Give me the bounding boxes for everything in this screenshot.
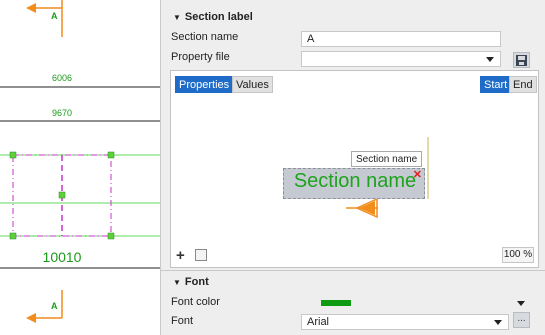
properties-panel: ▼ Section label Section name A Property f… — [160, 0, 545, 335]
grip-handle[interactable] — [107, 232, 115, 240]
divider — [161, 270, 545, 271]
add-icon[interactable]: + — [176, 248, 185, 263]
grip-handle[interactable] — [9, 232, 17, 240]
property-file-dropdown[interactable] — [301, 51, 501, 67]
font-section-title: Font — [184, 276, 209, 288]
property-file-label: Property file — [171, 51, 230, 63]
grip-handle[interactable] — [107, 151, 115, 159]
color-swatch — [321, 300, 351, 306]
section-label-preview-box[interactable]: Section name ✕ — [283, 168, 425, 199]
drawing-svg — [0, 0, 160, 323]
dimension-text: 10010 — [42, 249, 82, 265]
font-label: Font — [171, 315, 194, 327]
section-label-header[interactable]: ▼ Section label — [173, 11, 253, 23]
top-section-marker-label: A — [51, 11, 58, 21]
tooltip: Section name — [351, 151, 423, 167]
font-color-dropdown[interactable] — [301, 296, 531, 312]
zoom-level[interactable]: 100 % — [502, 247, 534, 263]
section-name-value: A — [307, 33, 315, 45]
square-icon[interactable] — [195, 249, 207, 261]
font-value: Arial — [307, 316, 330, 328]
chevron-down-icon — [486, 57, 494, 62]
dimension-text: 6006 — [51, 73, 73, 83]
collapse-triangle-icon: ▼ — [173, 278, 181, 287]
bottom-marker-arrowhead — [26, 313, 36, 323]
font-color-label: Font color — [171, 296, 220, 308]
close-icon[interactable]: ✕ — [413, 168, 422, 181]
save-button[interactable] — [513, 52, 530, 68]
grip-handle[interactable] — [58, 191, 66, 199]
collapse-triangle-icon: ▼ — [173, 13, 181, 22]
more-options-button[interactable]: ... — [513, 312, 530, 328]
dimension-text: 9670 — [51, 108, 73, 118]
top-marker-arrowhead — [26, 3, 36, 13]
font-dropdown[interactable]: Arial — [301, 314, 509, 330]
grip-handle[interactable] — [9, 151, 17, 159]
chevron-down-icon — [494, 320, 502, 325]
font-header[interactable]: ▼ Font — [173, 276, 209, 288]
label-preview[interactable]: Properties Values Start End Section name… — [170, 70, 539, 268]
floppy-disk-icon — [516, 55, 527, 66]
chevron-down-icon — [517, 301, 525, 306]
section-name-input[interactable]: A — [301, 31, 501, 47]
drawing-canvas[interactable]: A 6006 9670 10010 A — [0, 0, 160, 335]
bottom-section-marker-label: A — [51, 301, 58, 311]
section-name-label: Section name — [171, 31, 239, 43]
section-label-preview-text: Section name — [293, 170, 417, 192]
section-title: Section label — [184, 11, 253, 23]
